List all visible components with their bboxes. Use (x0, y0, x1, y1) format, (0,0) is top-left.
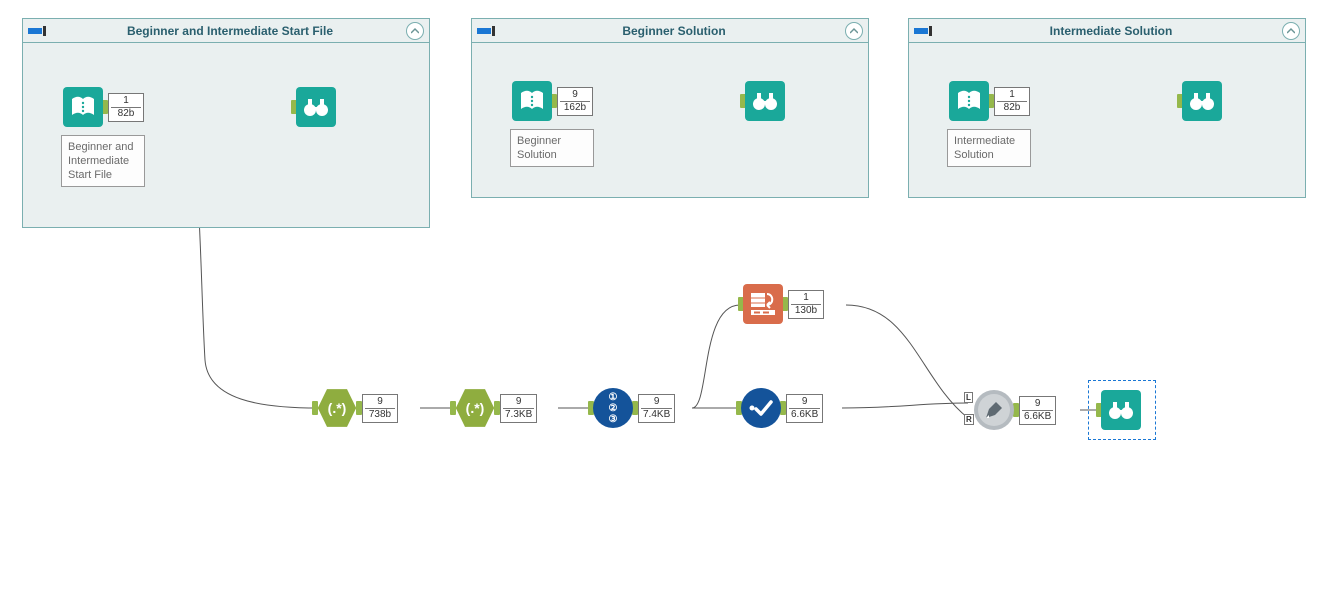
select-tool[interactable]: 9 6.6KB (736, 388, 823, 428)
browse-tool[interactable] (740, 81, 785, 121)
regex-icon: (.*) (317, 387, 357, 429)
numbered-circle-icon: ①②③ (593, 388, 633, 428)
row-count-box: 1 82b (108, 93, 144, 122)
container-title: Beginner and Intermediate Start File (54, 24, 406, 38)
regex-icon: (.*) (455, 387, 495, 429)
tool-annotation[interactable]: BeginnerSolution (510, 129, 594, 167)
container-bar-icon (28, 25, 50, 37)
join-tool[interactable]: L R 9 6.6KB (968, 390, 1056, 430)
select-check-icon (741, 388, 781, 428)
tool-annotation[interactable]: IntermediateSolution (947, 129, 1031, 167)
text-input-tool[interactable]: 1 82b (949, 81, 1030, 121)
workflow-canvas[interactable]: Beginner and Intermediate Start File 1 8… (0, 0, 1331, 596)
chevron-up-icon (411, 27, 419, 35)
row-count-box: 9 6.6KB (1019, 396, 1056, 425)
row-count-box: 9 7.3KB (500, 394, 537, 423)
book-icon (63, 87, 103, 127)
browse-tool[interactable] (291, 87, 336, 127)
container-title: Beginner Solution (503, 24, 845, 38)
collapse-button[interactable] (1282, 22, 1300, 40)
join-port-r-label: R (964, 414, 974, 425)
multirow-icon (743, 284, 783, 324)
row-count-box: 1 82b (994, 87, 1030, 116)
container-header[interactable]: Beginner Solution (472, 19, 868, 43)
row-count-box: 9 738b (362, 394, 398, 423)
container-bar-icon (477, 25, 499, 37)
collapse-button[interactable] (845, 22, 863, 40)
multi-row-formula-tool[interactable]: 1 130b (738, 284, 824, 324)
binoculars-icon (745, 81, 785, 121)
row-count-box: 9 7.4KB (638, 394, 675, 423)
regex-tool-1[interactable]: (.*) 9 738b (312, 388, 398, 428)
container-bar-icon (914, 25, 936, 37)
row-count-box: 9 6.6KB (786, 394, 823, 423)
container-title: Intermediate Solution (940, 24, 1282, 38)
collapse-button[interactable] (406, 22, 424, 40)
record-id-tool[interactable]: ①②③ 9 7.4KB (588, 388, 675, 428)
pencil-icon (983, 399, 1005, 421)
book-icon (512, 81, 552, 121)
book-icon (949, 81, 989, 121)
browse-tool-final[interactable] (1096, 390, 1141, 430)
chevron-up-icon (850, 27, 858, 35)
text-input-tool[interactable]: 1 82b (63, 87, 144, 127)
tool-annotation[interactable]: Beginner andIntermediateStart File (61, 135, 145, 187)
binoculars-icon (296, 87, 336, 127)
chevron-up-icon (1287, 27, 1295, 35)
container-header[interactable]: Intermediate Solution (909, 19, 1305, 43)
row-count-box: 9 162b (557, 87, 593, 116)
binoculars-icon (1101, 390, 1141, 430)
binoculars-icon (1182, 81, 1222, 121)
text-input-tool[interactable]: 9 162b (512, 81, 593, 121)
container-intermediate-solution[interactable]: Intermediate Solution 1 82b Intermediate… (908, 18, 1306, 198)
row-count-box: 1 130b (788, 290, 824, 319)
regex-tool-2[interactable]: (.*) 9 7.3KB (450, 388, 537, 428)
container-header[interactable]: Beginner and Intermediate Start File (23, 19, 429, 43)
join-port-l-label: L (964, 392, 973, 403)
container-beginner-intermediate-start[interactable]: Beginner and Intermediate Start File 1 8… (22, 18, 430, 228)
browse-tool[interactable] (1177, 81, 1222, 121)
gear-icon (974, 390, 1014, 430)
container-beginner-solution[interactable]: Beginner Solution 9 162b BeginnerSolutio… (471, 18, 869, 198)
